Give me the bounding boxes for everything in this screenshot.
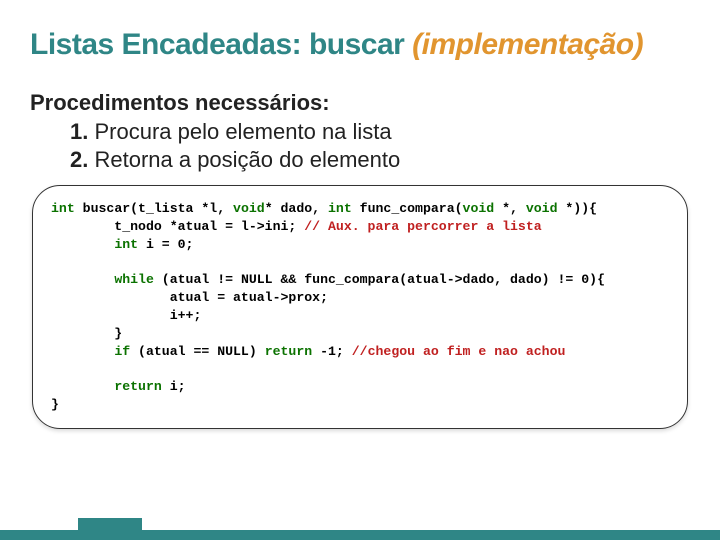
code-text: t_nodo *atual = l->ini; [51, 219, 304, 234]
code-text: } [51, 326, 122, 341]
code-keyword: while [114, 272, 154, 287]
code-text: (atual == NULL) [130, 344, 265, 359]
procedures-heading: Procedimentos necessários: [30, 90, 690, 116]
code-keyword: void [526, 201, 558, 216]
code-text: atual = atual->prox; [51, 290, 328, 305]
code-text: buscar(t_lista *l, [75, 201, 233, 216]
code-text: i; [162, 379, 186, 394]
list-number: 2. [70, 147, 88, 172]
title-main: Listas Encadeadas: buscar [30, 28, 412, 61]
list-item: 1. Procura pelo elemento na lista [70, 118, 690, 146]
code-text: } [51, 397, 59, 412]
code-text: func_compara( [352, 201, 463, 216]
code-keyword: void [463, 201, 495, 216]
code-keyword: int [114, 237, 138, 252]
list-item: 2. Retorna a posição do elemento [70, 146, 690, 174]
code-keyword: return [265, 344, 312, 359]
code-keyword: void [233, 201, 265, 216]
code-text: * dado, [265, 201, 328, 216]
code-comment: //chegou ao fim e nao achou [352, 344, 566, 359]
code-keyword: int [328, 201, 352, 216]
code-keyword: return [114, 379, 161, 394]
footer-accent [78, 518, 142, 540]
code-keyword: if [114, 344, 130, 359]
slide-content: Listas Encadeadas: buscar (implementação… [0, 0, 720, 429]
code-text: i++; [51, 308, 201, 323]
code-text [51, 344, 114, 359]
list-number: 1. [70, 119, 88, 144]
code-text: i = 0; [138, 237, 193, 252]
code-text [51, 272, 114, 287]
list-text: Retorna a posição do elemento [88, 147, 400, 172]
list-text: Procura pelo elemento na lista [88, 119, 391, 144]
code-keyword: int [51, 201, 75, 216]
code-text: *, [494, 201, 526, 216]
code-text [51, 237, 114, 252]
title-emphasis: (implementação) [412, 28, 643, 61]
code-block: int buscar(t_lista *l, void* dado, int f… [32, 185, 688, 429]
code-text [51, 379, 114, 394]
code-text: *)){ [558, 201, 598, 216]
code-text: -1; [312, 344, 352, 359]
slide-title: Listas Encadeadas: buscar (implementação… [30, 28, 690, 62]
procedures-list: 1. Procura pelo elemento na lista 2. Ret… [70, 118, 690, 173]
code-comment: // Aux. para percorrer a lista [304, 219, 541, 234]
code-text: (atual != NULL && func_compara(atual->da… [154, 272, 605, 287]
